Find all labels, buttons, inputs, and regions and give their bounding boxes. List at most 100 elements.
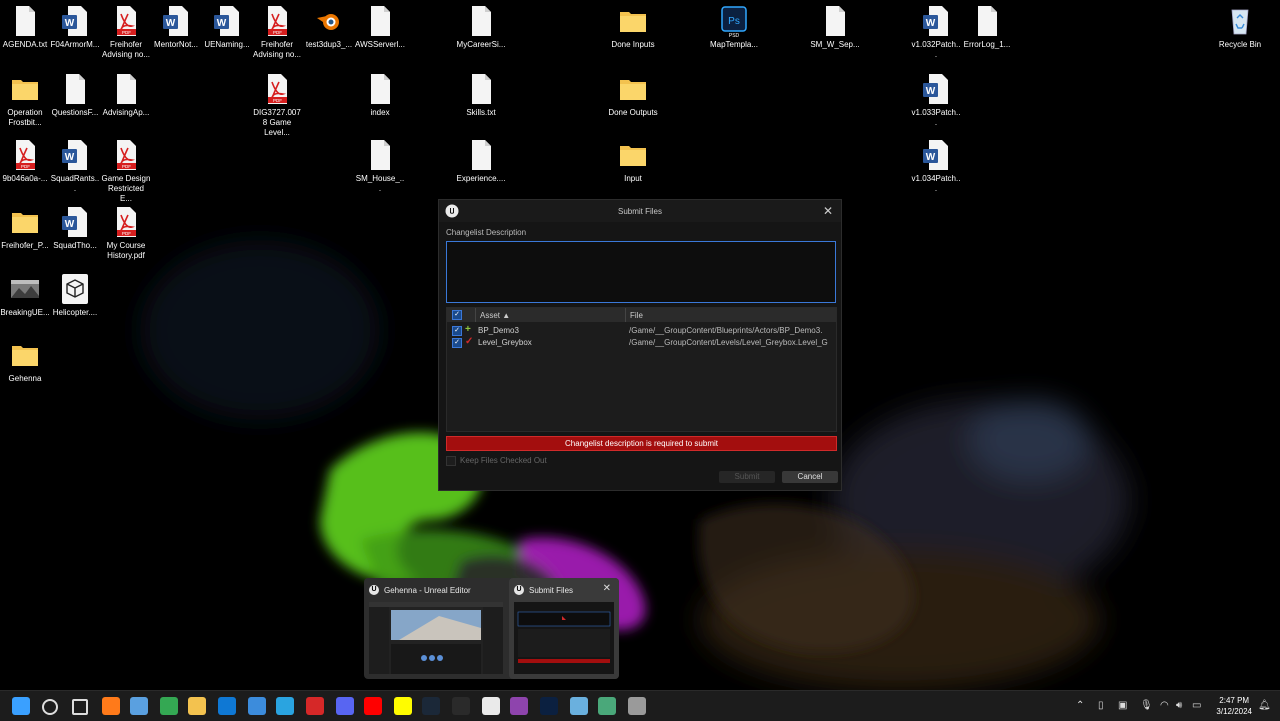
firefox-icon[interactable]	[102, 697, 120, 715]
changelist-description-input[interactable]	[446, 241, 836, 303]
column-divider	[475, 308, 476, 322]
desktop-icon-label: SquadTho...	[53, 241, 97, 250]
discord-icon[interactable]	[336, 697, 354, 715]
submit-button[interactable]: Submit	[719, 471, 775, 483]
cancel-button[interactable]: Cancel	[782, 471, 838, 483]
app-tray-icon[interactable]: ▣	[1118, 700, 1127, 711]
desktop-icon[interactable]: PDF 9b046a0a-...	[0, 138, 50, 184]
svg-text:W: W	[217, 18, 227, 29]
desktop-icon[interactable]: QuestionsF...	[50, 72, 100, 118]
search-icon[interactable]	[42, 699, 58, 715]
select-all-checkbox[interactable]: ✓	[452, 310, 462, 320]
desktop-icon[interactable]: PDF Freihofer Advising no...	[101, 4, 151, 60]
desktop-icon[interactable]: Experience....	[456, 138, 506, 184]
dialog-titlebar[interactable]: Submit Files ✕	[439, 200, 841, 222]
desktop-icon[interactable]: test3dup3_...	[304, 4, 354, 50]
game-icon[interactable]	[306, 697, 324, 715]
youtube-icon[interactable]	[364, 697, 382, 715]
txt-icon	[819, 4, 851, 38]
notepad-icon[interactable]	[570, 697, 588, 715]
clock[interactable]: 2:47 PM 3/12/2024	[1216, 695, 1252, 717]
desktop-icon[interactable]: Wv1.034Patch...	[911, 138, 961, 194]
txt-icon	[364, 4, 396, 38]
desktop-icon[interactable]: AWSServerl...	[355, 4, 405, 50]
desktop-icon[interactable]: Input	[608, 138, 658, 184]
txt-icon	[364, 72, 396, 106]
mail-icon[interactable]	[248, 697, 266, 715]
desktop-icon[interactable]: index	[355, 72, 405, 118]
desktop-icon-label: MyCareerSi...	[456, 40, 506, 49]
desktop-icon[interactable]: AGENDA.txt	[0, 4, 50, 50]
table-row[interactable]: ✓ + BP_Demo3 /Game/__GroupContent/Bluepr…	[447, 324, 836, 336]
svg-text:W: W	[926, 152, 936, 163]
changelist-description-label: Changelist Description	[446, 228, 527, 237]
keep-checked-out-checkbox[interactable]	[446, 456, 456, 466]
desktop-icon[interactable]: Done Inputs	[608, 4, 658, 50]
settings-icon[interactable]	[628, 697, 646, 715]
desktop-icon[interactable]: SM_W_Sep...	[810, 4, 860, 50]
desktop-icon[interactable]: MyCareerSi...	[456, 4, 506, 50]
row-checkbox[interactable]: ✓	[452, 338, 462, 348]
wifi-icon[interactable]: ◠	[1160, 700, 1169, 711]
window-thumbnail-unreal-editor[interactable]: U Gehenna - Unreal Editor	[364, 578, 508, 679]
start-icon[interactable]	[12, 697, 30, 715]
desktop-icon[interactable]: W F04ArmorM...	[50, 4, 100, 50]
github-icon[interactable]	[510, 697, 528, 715]
desktop-icon[interactable]: SM_House_...	[355, 138, 405, 194]
desktop-icon[interactable]: Recycle Bin	[1215, 4, 1265, 50]
chrome-icon[interactable]	[160, 697, 178, 715]
desktop-icon[interactable]: W SquadTho...	[50, 205, 100, 251]
close-icon[interactable]: ✕	[823, 204, 833, 218]
battery-icon[interactable]: ▭	[1192, 700, 1201, 711]
asset-column-header[interactable]: Asset ▲	[480, 311, 510, 320]
desktop-icon[interactable]: Ps PSD MapTempla...	[709, 4, 759, 50]
desktop-icon[interactable]: W MentorNot...	[151, 4, 201, 50]
snapchat-icon[interactable]	[394, 697, 412, 715]
epic-icon[interactable]	[452, 697, 470, 715]
desktop-icon[interactable]: Helicopter....	[50, 272, 100, 318]
desktop-icon[interactable]: PDF My Course History.pdf	[101, 205, 151, 261]
desktop-icon[interactable]: Done Outputs	[608, 72, 658, 118]
txt-icon	[971, 4, 1003, 38]
file-explorer-icon[interactable]	[188, 697, 206, 715]
notification-bell-icon[interactable]: 🔔︎	[1258, 700, 1271, 711]
photoshop-icon[interactable]	[540, 697, 558, 715]
row-checkbox[interactable]: ✓	[452, 326, 462, 336]
desktop-icon[interactable]: PDF DIG3727.0078 Game Level...	[252, 72, 302, 138]
table-row[interactable]: ✓ ✓ Level_Greybox /Game/__GroupContent/L…	[447, 336, 836, 348]
svg-text:W: W	[166, 18, 176, 29]
desktop-icon[interactable]: ErrorLog_1...	[962, 4, 1012, 50]
volume-icon[interactable]: 🔊︎	[1176, 700, 1182, 711]
desktop-icon[interactable]: AdvisingAp...	[101, 72, 151, 118]
desktop-icon[interactable]: BreakingUE...	[0, 272, 50, 318]
steam-icon[interactable]	[422, 697, 440, 715]
desktop-icon[interactable]: Gehenna	[0, 338, 50, 384]
microphone-icon[interactable]: 🎙︎	[1140, 700, 1153, 711]
desktop-icon[interactable]: W SquadRants...	[50, 138, 100, 194]
unreal-icon[interactable]	[482, 697, 500, 715]
desktop-icon[interactable]: PDF Freihofer Advising no...	[252, 4, 302, 60]
desktop-icon[interactable]: W UENaming...	[202, 4, 252, 50]
close-icon[interactable]: ✕	[603, 583, 611, 594]
task-view-icon[interactable]	[72, 699, 88, 715]
edge-icon[interactable]	[276, 697, 294, 715]
file-column-header[interactable]: File	[630, 311, 643, 320]
desktop-icon-label: v1.033Patch...	[911, 108, 961, 127]
desktop-icon[interactable]: PDF Game Design Restricted E...	[101, 138, 151, 204]
desktop-icon[interactable]: Operation Frostbit...	[0, 72, 50, 128]
keep-checked-out-option[interactable]: Keep Files Checked Out	[446, 456, 547, 466]
photos-icon[interactable]	[130, 697, 148, 715]
word-icon: W	[211, 4, 243, 38]
desktop-icon[interactable]: Wv1.032Patch...	[911, 4, 961, 60]
usb-icon[interactable]: ▯	[1098, 700, 1104, 711]
desktop-icon[interactable]: Wv1.033Patch...	[911, 72, 961, 128]
teams-icon[interactable]	[598, 697, 616, 715]
svg-text:PDF: PDF	[122, 231, 131, 236]
desktop-icon[interactable]: Freihofer_P...	[0, 205, 50, 251]
window-thumbnail-submit-files[interactable]: U Submit Files ✕	[509, 578, 619, 679]
desktop-icon-label: Input	[624, 174, 642, 183]
chevron-up-icon[interactable]: ⌃	[1076, 700, 1084, 711]
outlook-icon[interactable]	[218, 697, 236, 715]
txt-icon	[110, 72, 142, 106]
desktop-icon[interactable]: Skills.txt	[456, 72, 506, 118]
